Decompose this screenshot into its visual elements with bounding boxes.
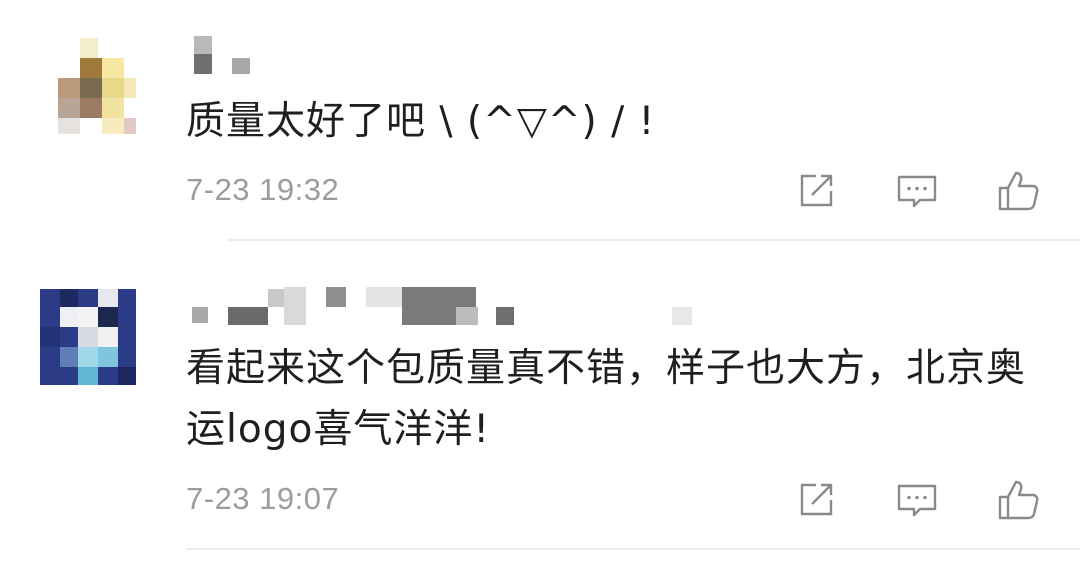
comment-item: 质量太好了吧 \ (^▽^) / ! 7-23 19:32 <box>0 0 1080 240</box>
comment-text: 质量太好了吧 \ (^▽^) / ! <box>186 99 656 144</box>
comment-item: 看起来这个包质量真不错，样子也大方，北京奥运logo喜气洋洋! 7-23 19:… <box>0 241 1080 550</box>
share-icon[interactable] <box>794 478 838 522</box>
comment-actions <box>794 477 1040 523</box>
share-icon[interactable] <box>794 169 838 213</box>
comment-timestamp: 7-23 19:32 <box>186 172 340 207</box>
avatar[interactable] <box>40 38 136 134</box>
comment-text: 看起来这个包质量真不错，样子也大方，北京奥运logo喜气洋洋! <box>186 346 1027 452</box>
comment-timestamp: 7-23 19:07 <box>186 481 340 516</box>
username-redacted[interactable] <box>186 36 266 76</box>
reply-icon[interactable] <box>895 478 939 522</box>
username-redacted[interactable] <box>186 287 706 327</box>
avatar[interactable] <box>40 289 136 385</box>
like-icon[interactable] <box>996 169 1040 213</box>
comment-actions <box>794 168 1040 214</box>
reply-icon[interactable] <box>895 169 939 213</box>
like-icon[interactable] <box>996 478 1040 522</box>
divider <box>186 548 1080 550</box>
